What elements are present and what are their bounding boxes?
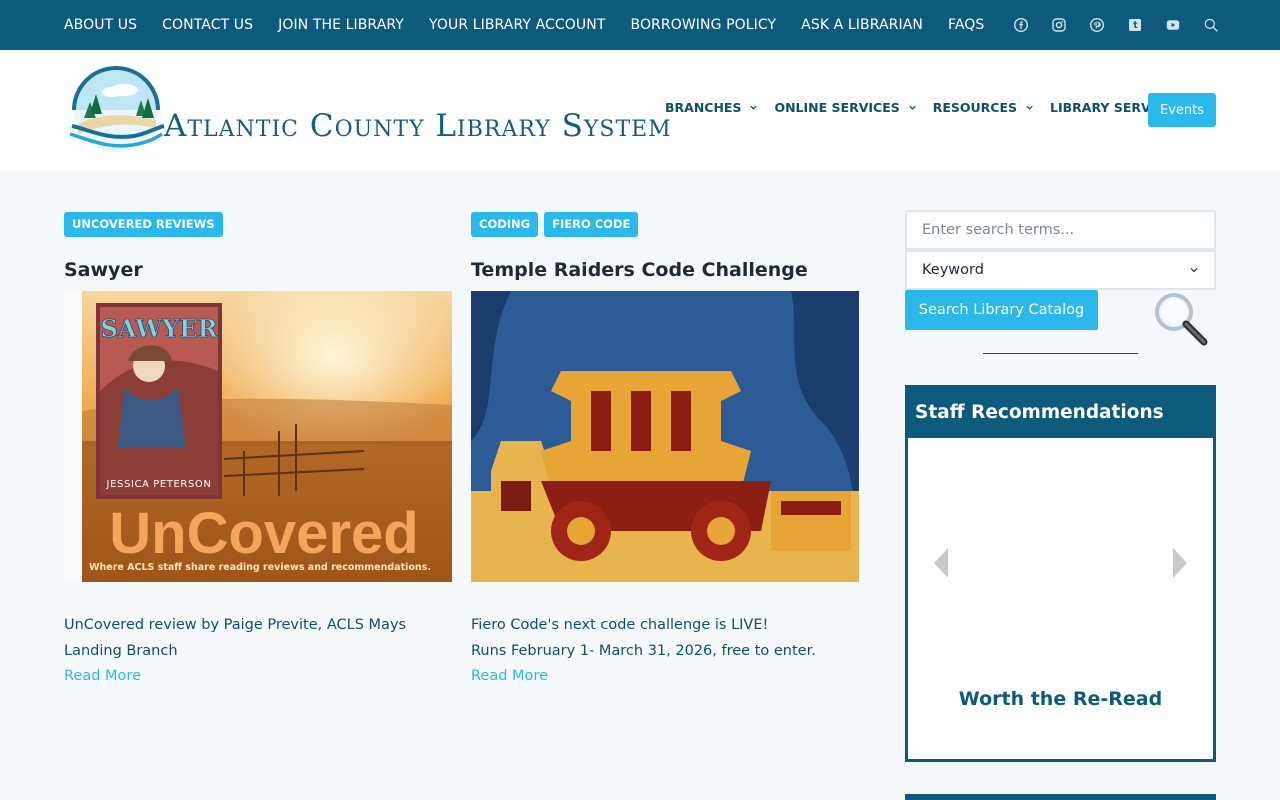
events-button[interactable]: Events (1148, 93, 1216, 127)
chevron-left-icon[interactable] (930, 546, 952, 580)
nav-resources-label: RESOURCES (932, 100, 1018, 115)
main-nav: BRANCHES ONLINE SERVICES RESOURCES LIBRA… (665, 100, 1199, 115)
nav-resources[interactable]: RESOURCES (933, 100, 1034, 115)
uncovered-image: SAWYER JESSICA PETERSON UnCovered Where … (64, 291, 452, 582)
post-tags: CODING FIERO CODE (471, 212, 859, 237)
excerpt-line: Fiero Code's next code challenge is LIVE… (471, 617, 769, 633)
post-title[interactable]: Sawyer (64, 257, 452, 283)
chevron-down-icon (1190, 268, 1198, 273)
post-card: CODING FIERO CODE Temple Raiders Code Ch… (471, 212, 859, 684)
sidebar-divider (983, 353, 1138, 354)
nav-ask-a-librarian[interactable]: ASK A LIBRARIAN (801, 17, 923, 33)
chevron-down-icon (750, 105, 758, 110)
search-type-value: Keyword (922, 262, 984, 278)
nav-faqs[interactable]: FAQS (948, 17, 984, 33)
search-icon[interactable] (1204, 18, 1218, 32)
post-excerpt: Fiero Code's next code challenge is LIVE… (471, 612, 859, 664)
post-excerpt: UnCovered review by Paige Previte, ACLS … (64, 617, 407, 659)
next-widget-edge (905, 794, 1216, 800)
facebook-icon[interactable] (1014, 18, 1028, 32)
recommendations-carousel (908, 438, 1213, 688)
catalog-search-input[interactable] (905, 210, 1216, 250)
post-thumbnail[interactable]: SAWYER JESSICA PETERSON UnCovered Where … (64, 291, 452, 582)
uncovered-banner: UnCovered (109, 501, 418, 566)
nav-borrowing-policy[interactable]: BORROWING POLICY (630, 17, 776, 33)
read-more-link[interactable]: Read More (471, 668, 548, 684)
staff-recommendations-title: Staff Recommendations (908, 388, 1213, 438)
site-header: Atlantic County Library System BRANCHES … (0, 50, 1280, 170)
top-bar: ABOUT US CONTACT US JOIN THE LIBRARY YOU… (0, 0, 1280, 50)
tag-uncovered-reviews[interactable]: UNCOVERED REVIEWS (64, 212, 223, 237)
search-catalog-button[interactable]: Search Library Catalog (905, 290, 1098, 330)
social-links (1014, 0, 1218, 50)
slide-title[interactable]: Worth the Re-Read (908, 688, 1213, 710)
nav-branches[interactable]: BRANCHES (665, 100, 758, 115)
tumblr-icon[interactable] (1128, 18, 1142, 32)
instagram-icon[interactable] (1052, 18, 1066, 32)
tag-coding[interactable]: CODING (471, 212, 539, 237)
excerpt-line: Runs February 1- March 31, 2026, free to… (471, 643, 816, 659)
magnifier-icon (1155, 293, 1208, 346)
utility-nav: ABOUT US CONTACT US JOIN THE LIBRARY YOU… (64, 0, 984, 50)
post-thumbnail[interactable] (471, 291, 859, 582)
nav-your-library-account[interactable]: YOUR LIBRARY ACCOUNT (429, 17, 606, 33)
logo-text: Atlantic County Library System (164, 108, 672, 144)
library-logo[interactable]: Atlantic County Library System (64, 66, 764, 156)
nav-contact-us[interactable]: CONTACT US (162, 17, 253, 33)
pinterest-icon[interactable] (1090, 18, 1104, 32)
nav-branches-label: BRANCHES (665, 100, 742, 115)
post-title[interactable]: Temple Raiders Code Challenge (471, 257, 859, 283)
chevron-down-icon (909, 105, 916, 110)
youtube-icon[interactable] (1166, 18, 1180, 32)
nav-about-us[interactable]: ABOUT US (64, 17, 137, 33)
chevron-down-icon (1026, 105, 1033, 110)
nav-online-services[interactable]: ONLINE SERVICES (774, 100, 916, 115)
book-title: SAWYER (100, 314, 218, 343)
staff-recommendations: Staff Recommendations Worth the Re-Read (905, 385, 1216, 762)
logo-emblem-icon (69, 66, 165, 152)
chevron-right-icon[interactable] (1169, 546, 1191, 580)
temple-image (471, 291, 859, 582)
post-tags: UNCOVERED REVIEWS (64, 212, 452, 237)
post-card: UNCOVERED REVIEWS Sawyer SAWYER JESSICA … (64, 212, 452, 684)
nav-join-the-library[interactable]: JOIN THE LIBRARY (278, 17, 404, 33)
uncovered-tagline: Where ACLS staff share reading reviews a… (89, 562, 431, 573)
tag-fiero-code[interactable]: FIERO CODE (544, 212, 639, 237)
read-more-link[interactable]: Read More (64, 668, 141, 684)
nav-online-services-label: ONLINE SERVICES (774, 100, 900, 115)
book-author: JESSICA PETERSON (106, 479, 212, 490)
search-type-select[interactable]: Keyword (905, 250, 1216, 290)
